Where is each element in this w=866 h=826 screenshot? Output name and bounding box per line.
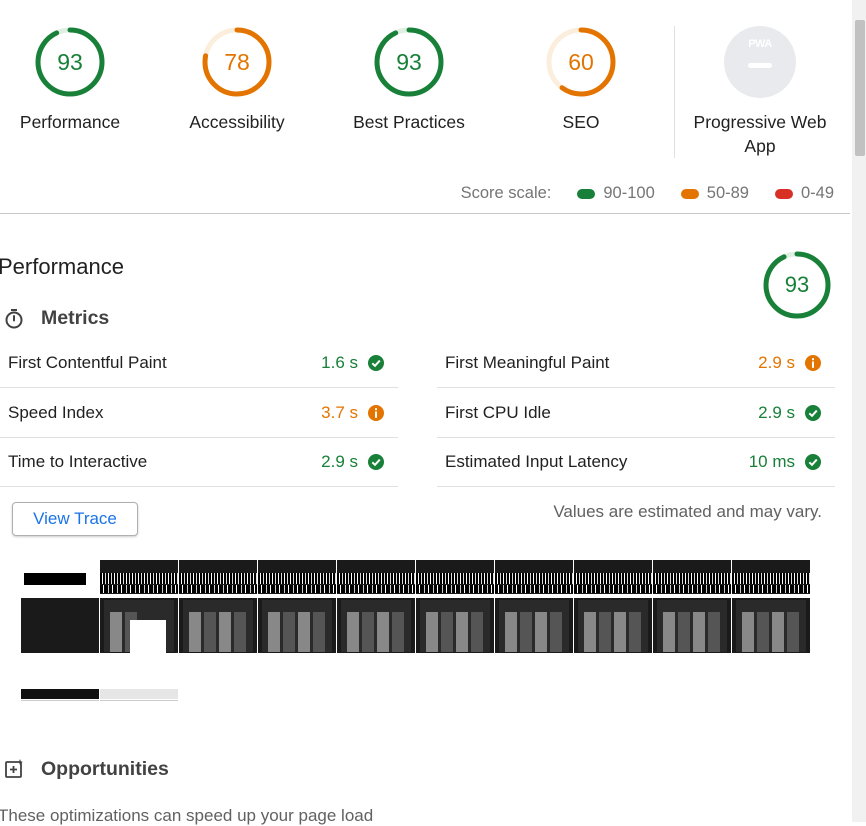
- metric-label: Time to Interactive: [8, 452, 148, 471]
- pass-pill-icon: [577, 188, 596, 199]
- metrics-heading-label: Metrics: [41, 306, 110, 329]
- filmstrip-frame: [21, 560, 99, 653]
- metric-row-time-to-interactive: Time to Interactive 2.9 s: [0, 438, 398, 487]
- filmstrip: [21, 560, 821, 654]
- pwa-label: Progressive Web App: [693, 112, 827, 156]
- metric-label: Estimated Input Latency: [445, 452, 628, 471]
- score-gauge: 93: [34, 26, 106, 98]
- category-label: Performance: [19, 112, 121, 132]
- filmstrip-thumbnail: [100, 655, 178, 701]
- opportunities-heading[interactable]: Opportunities: [2, 757, 169, 781]
- score-gauge: 60: [545, 26, 617, 98]
- metric-value: 2.9 s: [321, 452, 358, 471]
- opportunities-subtitle: These optimizations can speed up your pa…: [0, 806, 374, 825]
- metric-value: 10 ms: [748, 452, 795, 471]
- filmstrip-frame: [495, 560, 573, 653]
- pwa-category[interactable]: PWA Progressive Web App: [685, 26, 835, 158]
- metric-row-first-meaningful-paint: First Meaningful Paint 2.9 s: [437, 339, 835, 388]
- category-gauge-seo[interactable]: 60 SEO: [506, 26, 656, 134]
- category-gauge-accessibility[interactable]: 78 Accessibility: [162, 26, 312, 134]
- metric-label: First Contentful Paint: [8, 353, 167, 372]
- pwa-badge-icon: PWA: [724, 26, 796, 98]
- scale-average: 50-89: [680, 184, 749, 203]
- metric-row-speed-index: Speed Index 3.7 s: [0, 389, 398, 438]
- filmstrip-frame: [337, 560, 415, 653]
- check-circle-icon: [805, 454, 821, 470]
- category-label: SEO: [562, 112, 600, 132]
- score-scale-label: Score scale:: [460, 184, 552, 202]
- scale-average-range: 50-89: [706, 184, 749, 202]
- filmstrip-frame: [258, 560, 336, 653]
- performance-score: 93: [784, 272, 810, 297]
- score-gauge: 93: [373, 26, 445, 98]
- pwa-badge-text: PWA: [748, 38, 772, 50]
- scale-fail: 0-49: [774, 184, 834, 203]
- score-scale: Score scale: 90-100 50-89 0-49: [461, 184, 834, 203]
- estimate-note: Values are estimated and may vary.: [553, 502, 822, 521]
- category-gauge-best-practices[interactable]: 93 Best Practices: [334, 26, 484, 134]
- scale-pass: 90-100: [577, 184, 655, 203]
- score-gauge: 78: [201, 26, 273, 98]
- metric-row-first-contentful-paint: First Contentful Paint 1.6 s: [0, 339, 398, 388]
- filmstrip-frame: [179, 560, 257, 653]
- metric-row-estimated-input-latency: Estimated Input Latency 10 ms: [437, 438, 835, 487]
- scrollbar-thumb[interactable]: [855, 20, 865, 156]
- filmstrip-frame: [732, 560, 810, 653]
- filmstrip-frame: [574, 560, 652, 653]
- scale-pass-range: 90-100: [603, 184, 655, 202]
- summary-divider: [674, 26, 675, 158]
- metric-value: 3.7 s: [321, 402, 358, 422]
- scale-fail-range: 0-49: [800, 184, 834, 202]
- metric-value: 2.9 s: [758, 402, 795, 422]
- category-score: 78: [224, 49, 250, 75]
- opportunity-icon: [2, 757, 26, 781]
- category-label: Best Practices: [353, 112, 465, 132]
- scrollbar[interactable]: [852, 0, 866, 822]
- filmstrip-overflow: [21, 655, 179, 701]
- metric-value: 2.9 s: [758, 353, 795, 372]
- metric-label: Speed Index: [8, 402, 104, 422]
- info-circle-icon: [368, 404, 384, 421]
- performance-title: Performance: [0, 254, 124, 279]
- check-circle-icon: [805, 404, 821, 421]
- check-circle-icon: [368, 355, 384, 371]
- metric-label: First CPU Idle: [445, 402, 551, 422]
- performance-score-gauge: 93: [762, 250, 832, 320]
- filmstrip-frame: [653, 560, 731, 653]
- view-trace-button[interactable]: View Trace: [12, 502, 138, 536]
- filmstrip-frame: [416, 560, 494, 653]
- metric-label: First Meaningful Paint: [445, 353, 610, 372]
- metrics-heading[interactable]: Metrics: [2, 306, 109, 330]
- average-pill-icon: [680, 188, 699, 199]
- info-circle-icon: [805, 355, 821, 371]
- category-score: 60: [568, 49, 594, 75]
- filmstrip-thumbnail: [21, 655, 99, 701]
- category-label: Accessibility: [189, 112, 285, 132]
- stopwatch-icon: [2, 306, 26, 330]
- category-score: 93: [57, 49, 83, 75]
- fail-pill-icon: [774, 188, 793, 199]
- metric-value: 1.6 s: [321, 353, 358, 372]
- filmstrip-frame: [100, 560, 178, 653]
- metric-row-first-cpu-idle: First CPU Idle 2.9 s: [437, 389, 835, 438]
- check-circle-icon: [368, 454, 384, 470]
- category-gauge-performance[interactable]: 93 Performance: [0, 26, 145, 134]
- category-score: 93: [396, 49, 422, 75]
- opportunities-heading-label: Opportunities: [41, 757, 169, 780]
- section-divider: [0, 213, 850, 214]
